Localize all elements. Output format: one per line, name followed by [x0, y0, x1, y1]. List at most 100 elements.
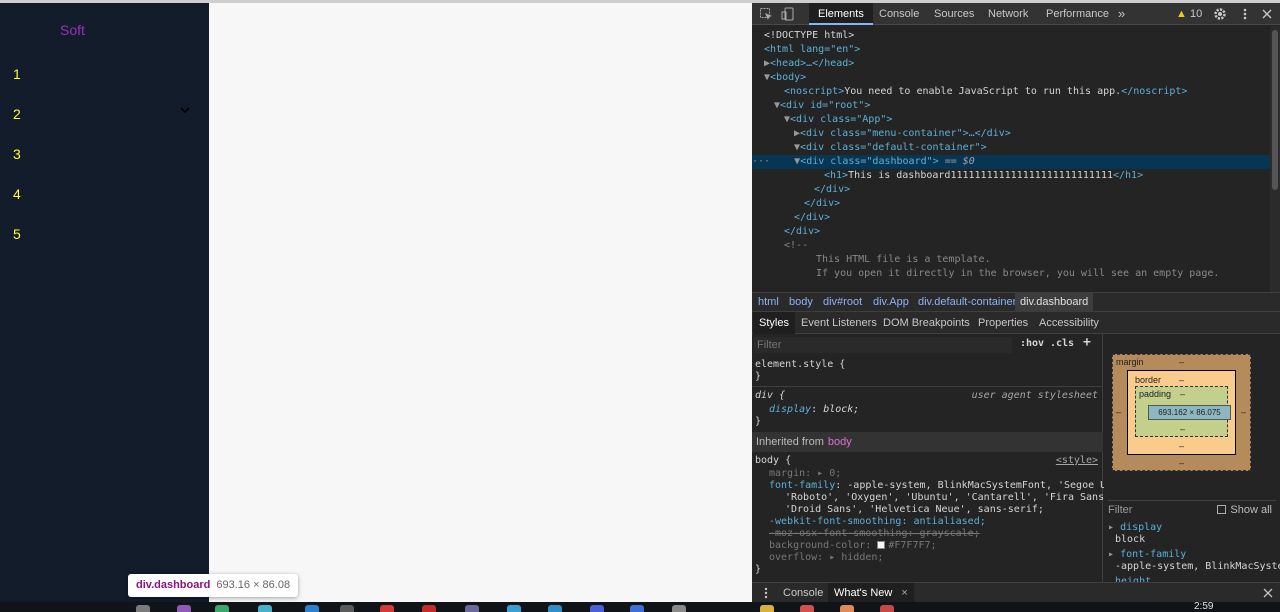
- tree-node-default-container[interactable]: ▼<div class="default-container">: [794, 141, 1270, 155]
- taskbar-app-icon[interactable]: [880, 605, 894, 612]
- box-model-margin[interactable]: margin – – – – border – – padding – – 69…: [1112, 354, 1251, 471]
- crumb-div-app[interactable]: div.App: [868, 293, 914, 312]
- tree-node-app[interactable]: ▼<div class="App">: [784, 113, 1270, 127]
- tree-node-body[interactable]: ▼<body>: [764, 71, 1270, 85]
- color-swatch[interactable]: [877, 541, 886, 549]
- kebab-menu-icon[interactable]: [761, 587, 771, 599]
- checkbox-icon[interactable]: [1217, 505, 1227, 514]
- scrollbar-thumb[interactable]: [1272, 30, 1278, 190]
- tree-node-root[interactable]: ▼<div id="root">: [774, 99, 1270, 113]
- device-toolbar-icon[interactable]: [781, 7, 795, 21]
- taskbar-app-icon[interactable]: [340, 605, 354, 612]
- taskbar-app-icon[interactable]: [380, 605, 394, 612]
- taskbar-app-icon[interactable]: [305, 605, 319, 612]
- tree-node-head[interactable]: ▶<head>…</head>: [764, 57, 1270, 71]
- inspect-element-icon[interactable]: [759, 7, 773, 21]
- tree-node-comment[interactable]: <!--: [784, 239, 1270, 253]
- tab-properties[interactable]: Properties: [978, 312, 1028, 334]
- declaration-webkit-smoothing[interactable]: -webkit-font-smoothing: antialiased;: [769, 516, 1115, 528]
- gear-icon[interactable]: [1213, 7, 1227, 21]
- taskbar-app-icon[interactable]: [507, 605, 521, 612]
- taskbar-app-icon[interactable]: [800, 605, 814, 612]
- taskbar-app-icon[interactable]: [760, 605, 774, 612]
- div-rule-selector[interactable]: div {user agent stylesheet: [755, 390, 1101, 402]
- taskbar-app-icon[interactable]: [215, 605, 229, 612]
- tab-sources[interactable]: Sources: [925, 3, 983, 25]
- tab-accessibility[interactable]: Accessibility: [1039, 312, 1099, 334]
- ellipsis-icon[interactable]: ···: [752, 156, 770, 167]
- more-tabs-button[interactable]: »: [1118, 3, 1125, 25]
- taskbar-app-icon[interactable]: [177, 605, 191, 612]
- menu-item-5[interactable]: 5: [0, 220, 209, 250]
- hov-toggle-button[interactable]: :hov: [1020, 338, 1044, 349]
- drawer-tab-whats-new[interactable]: What's New ×: [828, 583, 914, 603]
- new-style-rule-button[interactable]: +: [1083, 335, 1091, 350]
- box-model-padding[interactable]: padding – – 693.162 × 86.075: [1135, 386, 1231, 437]
- border-bottom-value[interactable]: –: [1179, 441, 1184, 451]
- close-icon[interactable]: [1260, 7, 1274, 21]
- margin-bottom-value[interactable]: –: [1179, 458, 1184, 468]
- padding-bottom-value[interactable]: –: [1180, 424, 1185, 434]
- border-top-value[interactable]: –: [1179, 375, 1184, 385]
- rule-source-link[interactable]: <style>: [1056, 455, 1098, 467]
- expand-triangle-icon[interactable]: ▸: [1108, 549, 1114, 560]
- declaration-background-color[interactable]: background-color: #F7F7F7;: [769, 540, 1115, 552]
- tree-node-dashboard-selected[interactable]: ··· ▼<div class="dashboard"> == $0: [752, 155, 1270, 169]
- declaration-moz-smoothing[interactable]: -moz-osx-font-smoothing: grayscale;: [769, 528, 1115, 540]
- warnings-counter[interactable]: ▲ 10: [1176, 3, 1202, 25]
- declaration-overflow[interactable]: overflow: ▸ hidden;: [769, 552, 1115, 564]
- element-style-selector[interactable]: element.style {: [755, 359, 1101, 371]
- tree-node-html[interactable]: <html lang="en">: [764, 43, 1270, 57]
- close-icon[interactable]: ×: [901, 587, 907, 599]
- crumb-div-default-container[interactable]: div.default-container: [913, 293, 1021, 312]
- body-rule-selector[interactable]: body {<style>: [755, 455, 1101, 467]
- tree-node-noscript[interactable]: <noscript>You need to enable JavaScript …: [784, 85, 1270, 99]
- tab-elements[interactable]: Elements: [809, 3, 873, 25]
- taskbar-app-icon[interactable]: [465, 605, 479, 612]
- inherited-from-link[interactable]: body: [828, 436, 852, 448]
- tab-event-listeners[interactable]: Event Listeners: [801, 312, 877, 334]
- expand-triangle-icon[interactable]: ▸: [1108, 522, 1114, 533]
- crumb-div-root[interactable]: div#root: [818, 293, 867, 312]
- menu-item-1[interactable]: 1: [0, 60, 209, 90]
- margin-left-value[interactable]: –: [1116, 407, 1121, 417]
- computed-font-family[interactable]: ▸ font-family: [1108, 549, 1278, 561]
- taskbar-app-icon[interactable]: [840, 605, 854, 612]
- computed-filter-input[interactable]: Filter Show all: [1108, 500, 1276, 518]
- drawer-tab-console[interactable]: Console: [783, 583, 823, 603]
- menu-item-4[interactable]: 4: [0, 180, 209, 210]
- tab-styles[interactable]: Styles: [753, 312, 795, 334]
- show-all-checkbox[interactable]: Show all: [1217, 501, 1272, 519]
- tab-performance[interactable]: Performance: [1037, 3, 1118, 25]
- elements-scrollbar[interactable]: [1270, 26, 1280, 292]
- taskbar-app-icon[interactable]: [258, 605, 272, 612]
- brand-logo[interactable]: Soft: [60, 22, 85, 38]
- padding-top-value[interactable]: –: [1180, 389, 1185, 399]
- taskbar-app-icon[interactable]: [548, 605, 562, 612]
- tree-node-menu-container[interactable]: ▶<div class="menu-container">…</div>: [794, 127, 1270, 141]
- crumb-body[interactable]: body: [784, 293, 818, 312]
- taskbar-app-icon[interactable]: [136, 605, 150, 612]
- cls-toggle-button[interactable]: .cls: [1050, 338, 1074, 349]
- close-drawer-icon[interactable]: [1263, 588, 1273, 598]
- tree-node-h1[interactable]: <h1>This is dashboard1111111111111111111…: [824, 169, 1270, 183]
- taskbar-app-icon[interactable]: [630, 605, 644, 612]
- tab-console[interactable]: Console: [870, 3, 928, 25]
- menu-item-2[interactable]: 2: [0, 100, 209, 130]
- box-model-border[interactable]: border – – padding – – 693.162 × 86.075: [1127, 370, 1236, 455]
- taskbar-clock[interactable]: 2:59: [1194, 602, 1213, 612]
- tab-network[interactable]: Network: [979, 3, 1037, 25]
- kebab-menu-icon[interactable]: [1238, 7, 1252, 21]
- tab-dom-breakpoints[interactable]: DOM Breakpoints: [883, 312, 970, 334]
- crumb-div-dashboard[interactable]: div.dashboard: [1015, 293, 1094, 312]
- crumb-html[interactable]: html: [753, 293, 784, 312]
- declaration-margin[interactable]: margin: ▸ 0;: [769, 468, 1115, 480]
- declaration-font-family[interactable]: font-family: -apple-system, BlinkMacSyst…: [769, 480, 1115, 492]
- taskbar-app-icon[interactable]: [672, 605, 686, 612]
- margin-top-value[interactable]: –: [1179, 357, 1184, 367]
- box-model-content[interactable]: 693.162 × 86.075: [1148, 405, 1231, 420]
- styles-filter-input[interactable]: [754, 337, 1012, 353]
- declaration-display[interactable]: display: block;: [769, 404, 1115, 416]
- computed-display[interactable]: ▸ display: [1108, 522, 1278, 534]
- tree-node-doctype[interactable]: <!DOCTYPE html>: [764, 29, 1270, 43]
